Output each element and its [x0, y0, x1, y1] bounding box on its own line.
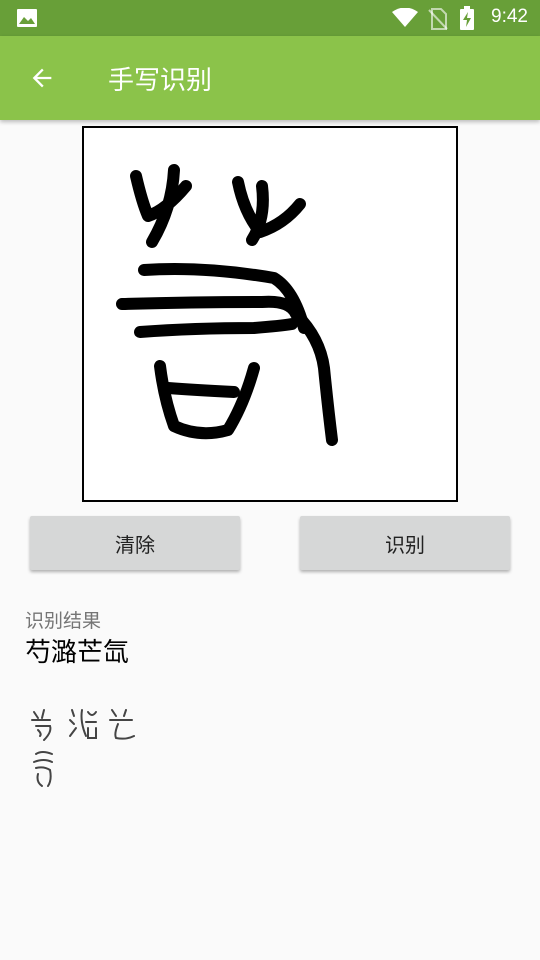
wifi-icon: [392, 8, 418, 27]
status-bar: 9:42: [0, 0, 540, 36]
result-label: 识别结果: [25, 610, 102, 632]
gallery-icon: [17, 9, 37, 27]
battery-charging-icon: [460, 6, 474, 30]
no-sim-icon: [428, 8, 448, 30]
arrow-left-icon[interactable]: [28, 64, 56, 92]
handwriting-strokes: [116, 164, 338, 446]
status-time: 9:42: [491, 6, 528, 27]
recognize-button[interactable]: 识别: [300, 516, 510, 570]
app-bar: 手写识别: [0, 36, 540, 120]
result-text: 芍潞芒氙: [25, 638, 130, 668]
clear-button[interactable]: 清除: [30, 516, 240, 570]
seal-glyph-image: [31, 709, 135, 787]
seal-script-glyphs: [30, 706, 140, 790]
handwriting-canvas[interactable]: [82, 126, 458, 502]
page-title: 手写识别: [108, 66, 213, 96]
